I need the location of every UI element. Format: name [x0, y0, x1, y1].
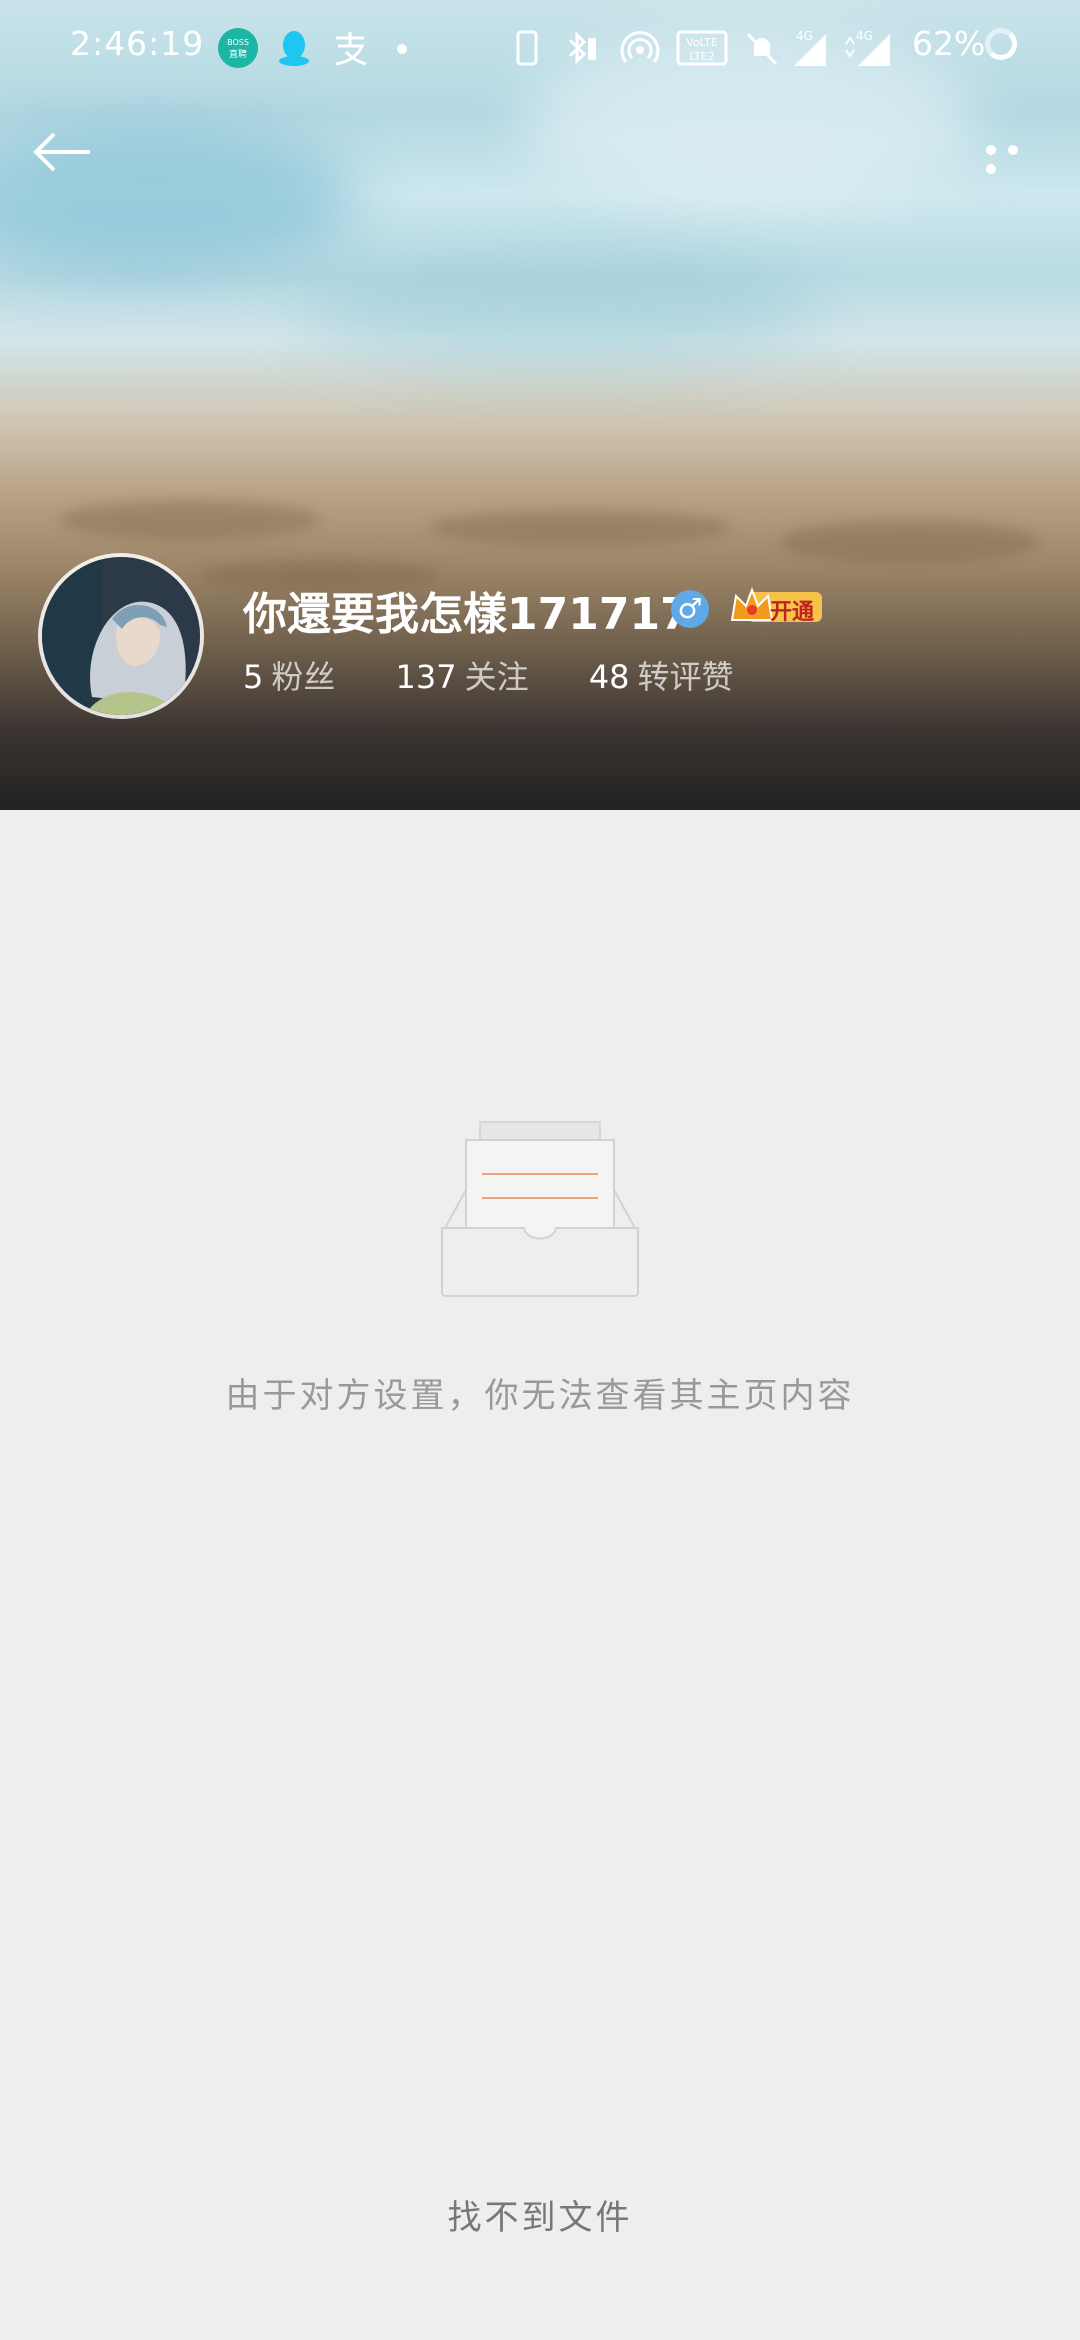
file-not-found-text: 找不到文件 — [447, 2198, 633, 2238]
back-button[interactable] — [30, 128, 94, 176]
stat-followers[interactable]: 5 粉丝 — [243, 652, 335, 698]
svg-text:直聘: 直聘 — [229, 48, 247, 60]
more-dots-icon — [1008, 145, 1018, 155]
stat-value: 5 — [243, 658, 264, 696]
cover-sky — [300, 250, 820, 360]
cover-sand — [430, 510, 730, 546]
signal-4g-icon: 4G — [794, 29, 826, 66]
hotspot-icon — [620, 31, 660, 63]
stat-interactions[interactable]: 48 转评赞 — [589, 652, 734, 698]
more-button[interactable] — [986, 140, 1050, 174]
phone-icon — [516, 30, 538, 66]
back-arrow-icon — [33, 132, 90, 172]
svg-text:4G: 4G — [796, 29, 813, 43]
vip-open-badge[interactable]: 开通 — [728, 586, 824, 628]
more-dots-icon — [986, 164, 996, 174]
avatar[interactable] — [38, 553, 204, 719]
more-dots-icon — [986, 145, 996, 155]
status-bar: 2:46:19 BOSS 直聘 VoLTE LTE2 4G 4G 62% — [0, 0, 1080, 96]
stat-following[interactable]: 137 关注 — [396, 652, 529, 698]
profile-stats: 5 粉丝 137 关注 48 转评赞 — [243, 652, 784, 698]
boss-zhipin-icon: BOSS 直聘 — [218, 28, 258, 68]
cover-sand — [60, 500, 320, 540]
svg-text:LTE2: LTE2 — [689, 50, 714, 63]
battery-icon — [985, 28, 1017, 60]
stat-label: 转评赞 — [637, 658, 734, 696]
avatar-image — [42, 557, 200, 715]
svg-text:VoLTE: VoLTE — [686, 36, 718, 49]
vip-open-label: 开通 — [770, 600, 815, 625]
signal-4g-icon: 4G — [845, 29, 890, 66]
mute-bell-icon — [746, 32, 778, 66]
battery-level: 62% — [912, 24, 986, 63]
empty-box-icon — [441, 1121, 639, 1297]
empty-state-message: 由于对方设置，你无法查看其主页内容 — [225, 1376, 855, 1416]
stat-value: 137 — [395, 658, 457, 696]
profile-name: 你還要我怎樣171717 — [243, 589, 691, 640]
bluetooth-icon — [568, 31, 596, 65]
stat-value: 48 — [588, 658, 630, 696]
volte-icon: VoLTELTE2 — [676, 30, 728, 66]
stat-label: 关注 — [464, 658, 529, 696]
male-gender-icon: ♂ — [671, 590, 709, 628]
svg-text:4G: 4G — [856, 29, 873, 43]
svg-text:BOSS: BOSS — [227, 38, 249, 47]
alipay-icon — [330, 28, 370, 68]
notification-dot — [397, 44, 407, 54]
status-time: 2:46:19 — [70, 24, 205, 63]
stat-label: 粉丝 — [271, 658, 336, 696]
cover-sand — [780, 520, 1040, 564]
qq-icon — [274, 28, 314, 68]
